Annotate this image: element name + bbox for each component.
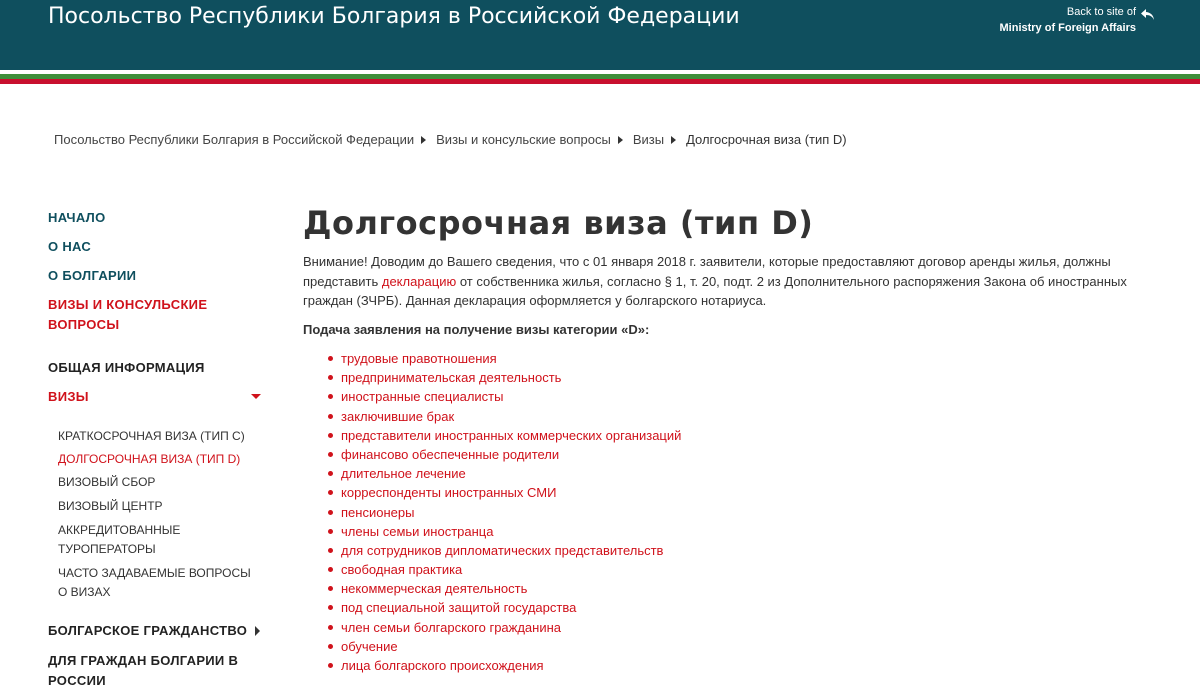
sidebar-item-bulgarian-citizens[interactable]: ДЛЯ ГРАЖДАН БОЛГАРИИ В РОССИИ	[48, 651, 248, 691]
breadcrumb-item-current: Долгосрочная виза (тип D)	[686, 132, 847, 147]
visa-category-link[interactable]: лица болгарского происхождения	[341, 658, 544, 673]
sidebar-subitem-long-visa[interactable]: ДОЛГОСРОЧНАЯ ВИЗА (ТИП D)	[58, 450, 258, 469]
list-item: длительное лечение	[327, 464, 681, 483]
visa-category-link[interactable]: заключившие брак	[341, 409, 454, 424]
list-item: члены семьи иностранца	[327, 522, 681, 541]
sidebar-subitem-visa-fee[interactable]: ВИЗОВЫЙ СБОР	[58, 473, 258, 492]
list-heading: Подача заявления на получение визы катег…	[303, 322, 650, 337]
visa-category-link[interactable]: член семьи болгарского гражданина	[341, 620, 561, 635]
breadcrumb-item-visas-consular[interactable]: Визы и консульские вопросы	[436, 132, 611, 147]
list-item: для сотрудников дипломатических представ…	[327, 541, 681, 560]
list-item: иностранные специалисты	[327, 387, 681, 406]
visa-category-link[interactable]: предпринимательская деятельность	[341, 370, 561, 385]
list-item: предпринимательская деятельность	[327, 368, 681, 387]
sidebar-item-home[interactable]: НАЧАЛО	[48, 208, 106, 228]
list-item: обучение	[327, 637, 681, 656]
sidebar-item-general-info[interactable]: ОБЩАЯ ИНФОРМАЦИЯ	[48, 358, 205, 378]
list-item: представители иностранных коммерческих о…	[327, 426, 681, 445]
list-item: лица болгарского происхождения	[327, 656, 681, 675]
breadcrumb-item-visas[interactable]: Визы	[633, 132, 664, 147]
visa-category-link[interactable]: иностранные специалисты	[341, 389, 503, 404]
sidebar-item-citizenship[interactable]: БОЛГАРСКОЕ ГРАЖДАНСТВО	[48, 621, 247, 641]
visa-category-link[interactable]: длительное лечение	[341, 466, 466, 481]
visa-category-link[interactable]: финансово обеспеченные родители	[341, 447, 559, 462]
visa-category-link[interactable]: представители иностранных коммерческих о…	[341, 428, 681, 443]
breadcrumb: Посольство Республики Болгария в Российс…	[54, 132, 847, 147]
list-item: член семьи болгарского гражданина	[327, 618, 681, 637]
declaration-link[interactable]: декларацию	[382, 274, 456, 289]
list-item: пенсионеры	[327, 503, 681, 522]
sidebar-item-about-bulgaria[interactable]: О БОЛГАРИИ	[48, 266, 136, 286]
back-to-ministry-link[interactable]: Back to site of Ministry of Foreign Affa…	[1000, 4, 1137, 36]
sidebar-item-about[interactable]: О НАС	[48, 237, 91, 257]
visa-category-link[interactable]: пенсионеры	[341, 505, 414, 520]
back-link-line2: Ministry of Foreign Affairs	[999, 22, 1137, 34]
sidebar-subitem-visa-faq[interactable]: ЧАСТО ЗАДАВАЕМЫЕ ВОПРОСЫ О ВИЗАХ	[58, 564, 253, 602]
list-item: корреспонденты иностранных СМИ	[327, 483, 681, 502]
page-title: Долгосрочная виза (тип D)	[303, 204, 814, 242]
sidebar-subitem-tour-operators[interactable]: АККРЕДИТОВАННЫЕ ТУРОПЕРАТОРЫ	[58, 521, 208, 559]
visa-category-list: трудовые правотношения предпринимательска…	[327, 349, 681, 675]
visa-category-link[interactable]: для сотрудников дипломатических представ…	[341, 543, 663, 558]
breadcrumb-item-embassy[interactable]: Посольство Республики Болгария в Российс…	[54, 132, 414, 147]
visa-category-link[interactable]: под специальной защитой государства	[341, 600, 576, 615]
list-item: финансово обеспеченные родители	[327, 445, 681, 464]
sidebar-item-visas[interactable]: ВИЗЫ	[48, 387, 89, 407]
breadcrumb-arrow-icon	[421, 135, 427, 144]
back-arrow-icon[interactable]	[1140, 7, 1156, 23]
chevron-right-icon[interactable]	[255, 626, 260, 636]
intro-paragraph: Внимание! Доводим до Вашего сведения, чт…	[303, 252, 1133, 311]
visa-category-link[interactable]: обучение	[341, 639, 398, 654]
sidebar-subitem-short-visa[interactable]: КРАТКОСРОЧНАЯ ВИЗА (ТИП С)	[58, 427, 258, 446]
visa-category-link[interactable]: корреспонденты иностранных СМИ	[341, 485, 556, 500]
visa-category-link[interactable]: члены семьи иностранца	[341, 524, 493, 539]
visa-category-link[interactable]: свободная практика	[341, 562, 462, 577]
list-item: под специальной защитой государства	[327, 598, 681, 617]
site-title[interactable]: Посольство Республики Болгария в Российс…	[48, 4, 740, 29]
visa-category-link[interactable]: трудовые правотношения	[341, 351, 497, 366]
sidebar-item-visas-consular[interactable]: ВИЗЫ И КОНСУЛЬСКИЕ ВОПРОСЫ	[48, 295, 248, 335]
site-header: Посольство Республики Болгария в Российс…	[0, 0, 1200, 70]
list-item: свободная практика	[327, 560, 681, 579]
sidebar-subitem-visa-center[interactable]: ВИЗОВЫЙ ЦЕНТР	[58, 497, 258, 516]
breadcrumb-arrow-icon	[617, 135, 623, 144]
back-link-line1: Back to site of	[1066, 6, 1136, 18]
visa-category-link[interactable]: некоммерческая деятельность	[341, 581, 527, 596]
flag-stripe-red	[0, 79, 1200, 84]
list-item: некоммерческая деятельность	[327, 579, 681, 598]
breadcrumb-arrow-icon	[671, 135, 677, 144]
list-item: трудовые правотношения	[327, 349, 681, 368]
chevron-down-icon[interactable]	[251, 394, 261, 399]
list-item: заключившие брак	[327, 407, 681, 426]
